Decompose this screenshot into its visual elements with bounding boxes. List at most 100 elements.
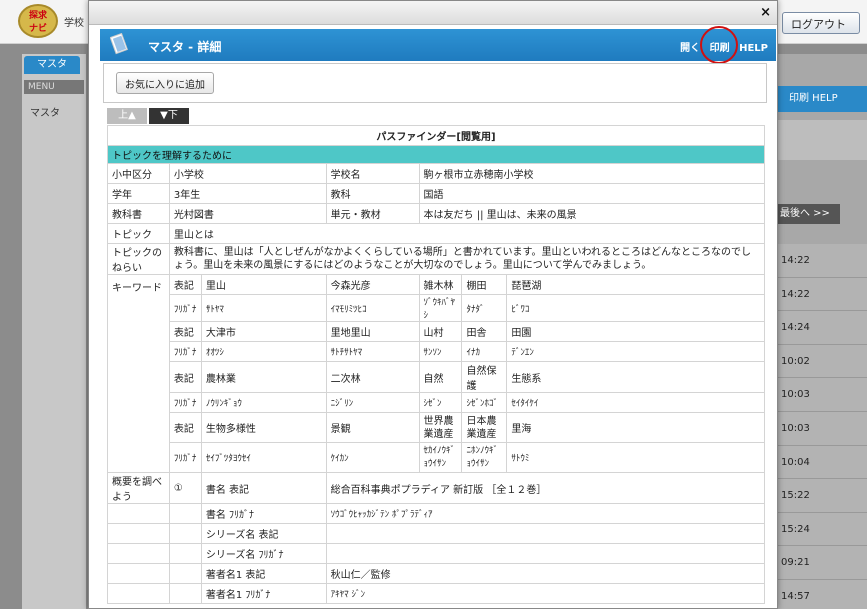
keyword-kana-cell: ｻﾄﾁｻﾄﾔﾏ: [325, 341, 420, 362]
section-header: トピックを理解するために: [107, 145, 765, 164]
modal-header: マスタ - 詳細 開く 印刷 HELP: [100, 29, 776, 61]
school-label: 学校: [64, 18, 84, 29]
list-item: 10:03: [765, 411, 867, 446]
keyword-cell: 山村: [418, 321, 463, 342]
cell-value: ｿｳｺﾞｳﾋｬｯｶｼﾞﾃﾝ ﾎﾟﾌﾟﾗﾃﾞｨｱ: [325, 503, 766, 524]
table-row: 教科書 光村図書 単元・教材 本は友だち || 里山は、未来の風景: [107, 203, 766, 224]
list-item: 09:21: [765, 546, 867, 580]
cell-label: 表記: [168, 412, 202, 443]
open-link[interactable]: 開く: [680, 43, 700, 54]
detail-modal: × マスタ - 詳細 開く 印刷 HELP お気に入りに追加 上▲ ▼下 パスフ…: [88, 0, 778, 609]
tab-master[interactable]: マスタ: [24, 56, 80, 74]
keyword-cell: 自然: [418, 361, 463, 393]
modal-titlebar: ×: [89, 1, 777, 25]
list-item: 15:24: [765, 512, 867, 547]
list-item: 14:22: [765, 277, 867, 312]
cell-value: [325, 523, 766, 544]
overview-number: ①: [168, 472, 202, 504]
tab-up[interactable]: 上▲: [107, 108, 147, 124]
modal-content: お気に入りに追加 上▲ ▼下 パスファインダー[閲覧用] トピックを理解するため…: [103, 63, 767, 609]
background-print-help: 印刷 HELP: [765, 86, 867, 112]
toolbar: お気に入りに追加: [103, 63, 767, 103]
keyword-cell: 生物多様性: [200, 412, 327, 443]
keyword-cell: 大津市: [200, 321, 327, 342]
close-icon[interactable]: ×: [760, 5, 771, 20]
cell-label: 書名 表記: [200, 472, 327, 504]
keyword-cell: 日本農業遺産: [461, 412, 508, 443]
cell-value: 教科書に、里山は「人としぜんがなかよくくらしている場所」と書かれています。里山と…: [168, 243, 766, 275]
keyword-cell: 自然保護: [461, 361, 508, 393]
table-row: 表記 生物多様性 景観 世界農業遺産 日本農業遺産 里海: [108, 412, 765, 443]
cell-label: 学校名: [325, 163, 420, 184]
keyword-kana-cell: ｾｲﾀｲｹｲ: [506, 392, 765, 413]
help-link[interactable]: HELP: [739, 43, 768, 54]
list-item: 10:04: [765, 445, 867, 480]
pathfinder-table: パスファインダー[閲覧用] トピックを理解するために 小中区分 小学校 学校名 …: [107, 125, 766, 604]
cell-value: 駒ヶ根市立赤穂南小学校: [418, 163, 766, 184]
keyword-kana-cell: ｻﾄﾔﾏ: [200, 294, 327, 322]
menu-label: MENU: [24, 80, 84, 94]
keyword-kana-cell: ﾆｼﾞﾘﾝ: [325, 392, 420, 413]
logout-button[interactable]: ログアウト: [782, 12, 860, 34]
table-row: 概要を調べよう ① 書名 表記 総合百科事典ポプラディア 新訂版 ［全１２巻］: [107, 472, 766, 504]
tab-down[interactable]: ▼下: [149, 108, 189, 124]
keyword-kana-cell: ｹｲｶﾝ: [325, 442, 420, 473]
keyword-kana-cell: ｲﾅｶ: [461, 341, 508, 362]
table-row: 著者名1 ﾌﾘｶﾞﾅ ｱｷﾔﾏ ｼﾞﾝ: [107, 583, 766, 604]
keyword-kana-cell: ｲﾏﾓﾘﾐﾂﾋｺ: [325, 294, 420, 322]
table-row: シリーズ名 ﾌﾘｶﾞﾅ: [107, 543, 766, 564]
app-logo: 探求 ナビ: [18, 4, 58, 38]
table-row: トピックのねらい 教科書に、里山は「人としぜんがなかよくくらしている場所」と書か…: [107, 243, 766, 275]
cell-value: 光村図書: [168, 203, 327, 224]
keyword-cell: 農林業: [200, 361, 327, 393]
table-row: 著者名1 表記 秋山仁／監修: [107, 563, 766, 584]
cell-value: 3年生: [168, 183, 327, 204]
cell-label: 概要を調べよう: [107, 472, 170, 504]
cell-value: ｱｷﾔﾏ ｼﾞﾝ: [325, 583, 766, 604]
keyword-kana-cell: ﾋﾞﾜｺ: [506, 294, 765, 322]
table-row: ﾌﾘｶﾞﾅ ｾｲﾌﾞﾂﾀﾖｳｾｲ ｹｲｶﾝ ｾｶｲﾉｳｷﾞｮｳｲｻﾝ ﾆﾎﾝﾉｳ…: [108, 442, 765, 473]
page-title: マスタ - 詳細: [148, 40, 222, 54]
cell-label: トピックのねらい: [107, 243, 170, 275]
keyword-kana-cell: ｾｶｲﾉｳｷﾞｮｳｲｻﾝ: [418, 442, 463, 473]
cell-label: 教科: [325, 183, 420, 204]
list-item: 14:22: [765, 244, 867, 278]
print-highlight-circle: [700, 26, 738, 64]
cell-label: 教科書: [107, 203, 170, 224]
cell-label: トピック: [107, 223, 170, 244]
keyword-cell: 琵琶湖: [506, 274, 765, 295]
keyword-kana-cell: ｻﾄｳﾐ: [506, 442, 765, 473]
table-row: 表記 農林業 二次林 自然 自然保護 生態系: [108, 361, 765, 393]
left-panel: [22, 54, 86, 609]
keyword-cell: 景観: [325, 412, 420, 443]
keyword-kana-cell: ｼｾﾞﾝﾎｺﾞ: [461, 392, 508, 413]
keyword-cell: 雑木林: [418, 274, 463, 295]
keyword-cell: 棚田: [461, 274, 508, 295]
cell-label: 表記: [168, 321, 202, 342]
keyword-kana-cell: ｵｵﾂｼ: [200, 341, 327, 362]
cell-value: [325, 543, 766, 564]
keyword-cell: 世界農業遺産: [418, 412, 463, 443]
table-row: 書名 ﾌﾘｶﾞﾅ ｿｳｺﾞｳﾋｬｯｶｼﾞﾃﾝ ﾎﾟﾌﾟﾗﾃﾞｨｱ: [107, 503, 766, 524]
cell-value: 本は友だち || 里山は、未来の風景: [418, 203, 766, 224]
keyword-cell: 里山: [200, 274, 327, 295]
cell-label: 書名 ﾌﾘｶﾞﾅ: [200, 503, 327, 524]
list-item: 15:22: [765, 479, 867, 513]
cell-value: 里山とは: [168, 223, 766, 244]
time-list: 14:22 14:22 14:24 10:02 10:03 10:03 10:0…: [765, 244, 867, 609]
sidebar-item-master[interactable]: マスタ: [30, 104, 60, 119]
cell-label: キーワード: [107, 274, 170, 473]
keyword-kana-cell: ﾃﾞﾝｴﾝ: [506, 341, 765, 362]
right-panel-box: [765, 120, 867, 160]
keyword-cell: 生態系: [506, 361, 765, 393]
add-favorite-button[interactable]: お気に入りに追加: [116, 72, 214, 94]
keyword-kana-cell: ﾀﾅﾀﾞ: [461, 294, 508, 322]
cell-label: 小中区分: [107, 163, 170, 184]
keyword-kana-cell: ｾｲﾌﾞﾂﾀﾖｳｾｲ: [200, 442, 327, 473]
table-row: ﾌﾘｶﾞﾅ ｵｵﾂｼ ｻﾄﾁｻﾄﾔﾏ ｻﾝｿﾝ ｲﾅｶ ﾃﾞﾝｴﾝ: [108, 341, 765, 362]
table-title: パスファインダー[閲覧用]: [107, 125, 765, 146]
table-row: 学年 3年生 教科 国語: [107, 183, 766, 204]
last-page-button[interactable]: 最後へ >>: [772, 204, 840, 224]
cell-label: ﾌﾘｶﾞﾅ: [168, 392, 202, 413]
table-row: ﾌﾘｶﾞﾅ ｻﾄﾔﾏ ｲﾏﾓﾘﾐﾂﾋｺ ｿﾞｳｷﾊﾞﾔｼ ﾀﾅﾀﾞ ﾋﾞﾜｺ: [108, 294, 765, 322]
